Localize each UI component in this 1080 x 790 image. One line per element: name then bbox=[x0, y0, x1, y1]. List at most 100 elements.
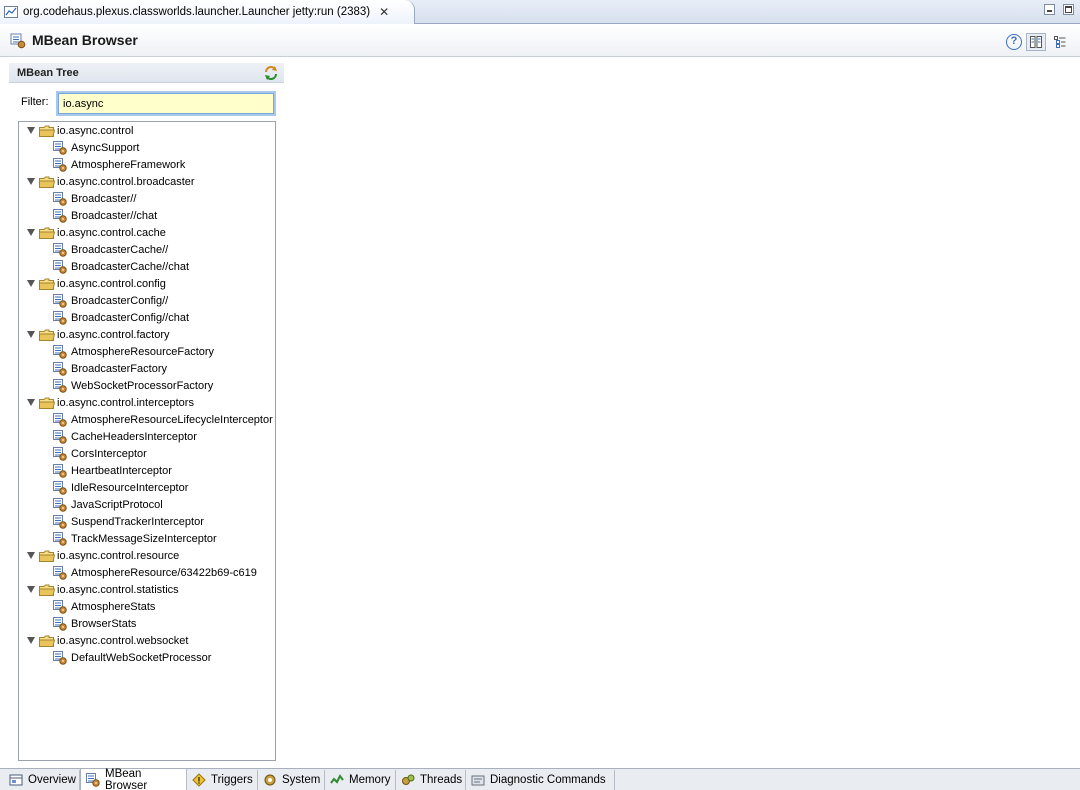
tree-item[interactable]: WebSocketProcessorFactory bbox=[53, 377, 213, 394]
tab-triggers[interactable]: Triggers bbox=[187, 770, 258, 790]
expand-toggle-icon[interactable] bbox=[27, 552, 35, 559]
mbean-icon bbox=[53, 157, 67, 172]
help-icon[interactable]: ? bbox=[1006, 34, 1022, 50]
tree-item[interactable]: BroadcasterCache// bbox=[53, 241, 168, 258]
list-layout-icon[interactable] bbox=[1050, 33, 1070, 51]
mbean-tree[interactable]: io.async.control AsyncSupport AtmosphereFr… bbox=[18, 121, 276, 761]
tree-item[interactable]: BroadcasterConfig// bbox=[53, 292, 168, 309]
mbean-browser-icon bbox=[10, 33, 26, 52]
expand-toggle-icon[interactable] bbox=[27, 229, 35, 236]
tree-item[interactable]: TrackMessageSizeInterceptor bbox=[53, 530, 217, 547]
tree-item[interactable]: JavaScriptProtocol bbox=[53, 496, 163, 513]
folder-icon bbox=[39, 584, 56, 596]
tree-item[interactable]: AtmosphereResourceLifecycleInterceptor bbox=[53, 411, 273, 428]
tab-memory[interactable]: Memory bbox=[325, 770, 396, 790]
expand-toggle-icon[interactable] bbox=[27, 586, 35, 593]
filter-input[interactable] bbox=[58, 93, 274, 114]
tree-folder[interactable]: io.async.control.cache bbox=[27, 224, 166, 241]
tree-item-label: CacheHeadersInterceptor bbox=[71, 430, 197, 443]
tree-folder[interactable]: io.async.control bbox=[27, 122, 133, 139]
mbean-icon bbox=[53, 242, 67, 257]
tree-item-label: BroadcasterConfig// bbox=[71, 294, 169, 307]
tab-label: MBean Browser bbox=[105, 768, 148, 790]
tree-item-label: AsyncSupport bbox=[71, 141, 140, 154]
tree-item[interactable]: DefaultWebSocketProcessor bbox=[53, 649, 211, 666]
folder-icon bbox=[39, 125, 56, 137]
tree-item[interactable]: BroadcasterCache//chat bbox=[53, 258, 189, 275]
tree-folder-label: io.async.control.websocket bbox=[57, 634, 189, 647]
tab-mbean-browser[interactable]: MBean Browser bbox=[80, 768, 187, 790]
tree-item[interactable]: BroadcasterFactory bbox=[53, 360, 167, 377]
folder-icon bbox=[39, 635, 56, 647]
mbean-icon bbox=[53, 293, 67, 308]
trigger-icon bbox=[192, 773, 206, 787]
mbean-icon bbox=[86, 773, 100, 787]
maximize-button[interactable] bbox=[1063, 4, 1074, 15]
folder-icon bbox=[39, 550, 56, 562]
columns-layout-icon[interactable] bbox=[1026, 33, 1046, 51]
tab-diagnostic-commands[interactable]: Diagnostic Commands bbox=[466, 770, 615, 790]
tab-overview[interactable]: Overview bbox=[4, 770, 80, 790]
expand-toggle-icon[interactable] bbox=[27, 331, 35, 338]
tree-item[interactable]: BroadcasterConfig//chat bbox=[53, 309, 189, 326]
tree-item[interactable]: AtmosphereResource/63422b69-c619 bbox=[53, 564, 257, 581]
mbean-icon bbox=[53, 650, 67, 665]
close-icon[interactable]: ✕ bbox=[379, 5, 389, 19]
mbean-icon bbox=[53, 480, 67, 495]
tree-item-label: TrackMessageSizeInterceptor bbox=[71, 532, 217, 545]
expand-toggle-icon[interactable] bbox=[27, 127, 35, 134]
mbean-icon bbox=[53, 616, 67, 631]
tab-system[interactable]: System bbox=[258, 770, 325, 790]
filter-label: Filter: bbox=[21, 96, 49, 108]
tree-item[interactable]: BrowserStats bbox=[53, 615, 136, 632]
tree-item[interactable]: Broadcaster//chat bbox=[53, 207, 157, 224]
tree-item[interactable]: CorsInterceptor bbox=[53, 445, 147, 462]
editor-tab-strip: org.codehaus.plexus.classworlds.launcher… bbox=[0, 0, 1080, 24]
tree-item-label: AtmosphereStats bbox=[71, 600, 156, 613]
tree-item[interactable]: Broadcaster// bbox=[53, 190, 136, 207]
tree-folder-label: io.async.control.statistics bbox=[57, 583, 179, 596]
tree-item-label: BroadcasterConfig//chat bbox=[71, 311, 190, 324]
tree-folder-label: io.async.control bbox=[57, 124, 134, 137]
tree-item[interactable]: AtmosphereFramework bbox=[53, 156, 185, 173]
tree-folder[interactable]: io.async.control.resource bbox=[27, 547, 179, 564]
tree-item[interactable]: IdleResourceInterceptor bbox=[53, 479, 188, 496]
tree-folder[interactable]: io.async.control.factory bbox=[27, 326, 170, 343]
minimize-button[interactable] bbox=[1044, 4, 1055, 15]
tree-folder[interactable]: io.async.control.websocket bbox=[27, 632, 188, 649]
tree-folder[interactable]: io.async.control.broadcaster bbox=[27, 173, 195, 190]
mbean-icon bbox=[53, 140, 67, 155]
tree-folder[interactable]: io.async.control.interceptors bbox=[27, 394, 194, 411]
expand-toggle-icon[interactable] bbox=[27, 637, 35, 644]
expand-toggle-icon[interactable] bbox=[27, 399, 35, 406]
tab-threads[interactable]: Threads bbox=[396, 770, 466, 790]
tree-folder-label: io.async.control.cache bbox=[57, 226, 166, 239]
expand-toggle-icon[interactable] bbox=[27, 178, 35, 185]
tab-label: Memory bbox=[349, 774, 391, 786]
tree-folder[interactable]: io.async.control.statistics bbox=[27, 581, 179, 598]
threads-icon bbox=[401, 773, 415, 787]
tree-item[interactable]: AtmosphereResourceFactory bbox=[53, 343, 214, 360]
tree-folder-label: io.async.control.interceptors bbox=[57, 396, 194, 409]
tab-label: Diagnostic Commands bbox=[490, 774, 606, 786]
tree-item-label: BroadcasterCache//chat bbox=[71, 260, 190, 273]
tree-item[interactable]: AsyncSupport bbox=[53, 139, 139, 156]
editor-tab[interactable]: org.codehaus.plexus.classworlds.launcher… bbox=[0, 0, 415, 24]
tree-item[interactable]: HeartbeatInterceptor bbox=[53, 462, 172, 479]
tree-item-label: BroadcasterCache// bbox=[71, 243, 169, 256]
page-header: MBean Browser ? bbox=[0, 25, 1080, 57]
mbean-icon bbox=[53, 531, 67, 546]
folder-icon bbox=[39, 176, 56, 188]
tree-item-label: BrowserStats bbox=[71, 617, 137, 630]
tree-folder[interactable]: io.async.control.config bbox=[27, 275, 166, 292]
page-title: MBean Browser bbox=[32, 32, 138, 48]
tab-label: Triggers bbox=[211, 774, 253, 786]
tree-item[interactable]: AtmosphereStats bbox=[53, 598, 155, 615]
mbean-icon bbox=[53, 412, 67, 427]
tree-item[interactable]: CacheHeadersInterceptor bbox=[53, 428, 197, 445]
tree-item[interactable]: SuspendTrackerInterceptor bbox=[53, 513, 204, 530]
refresh-icon[interactable] bbox=[263, 65, 279, 84]
mbean-icon bbox=[53, 429, 67, 444]
expand-toggle-icon[interactable] bbox=[27, 280, 35, 287]
header-toolbar: ? bbox=[1006, 33, 1070, 51]
